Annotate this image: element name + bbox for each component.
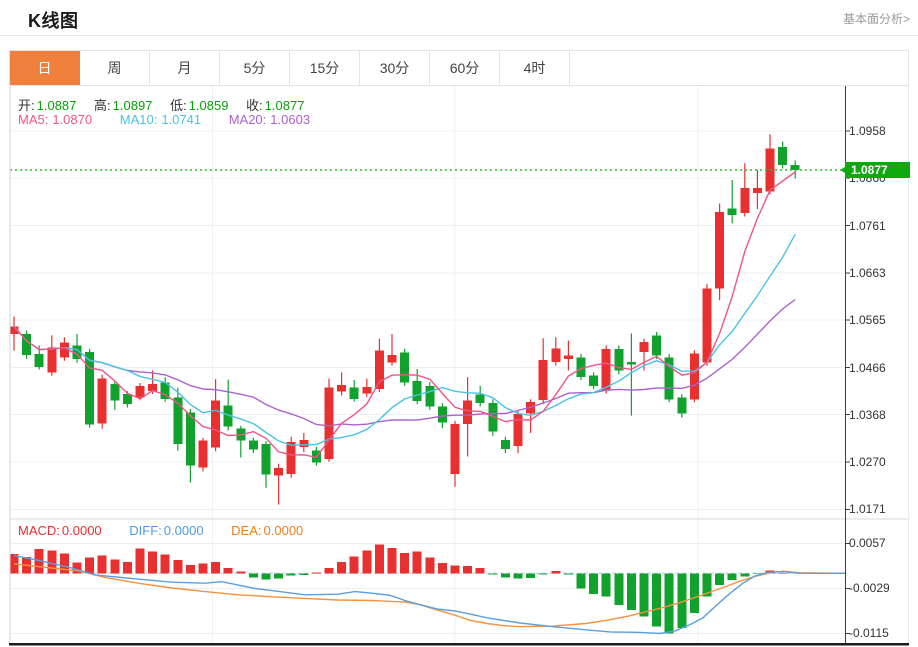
price-axis-label: 1.0565 — [849, 313, 907, 327]
price-axis-label: 1.0958 — [849, 124, 907, 138]
close-value: 1.0877 — [265, 98, 305, 113]
dea-label: DEA: — [231, 523, 261, 538]
macd-value: 0.0000 — [62, 523, 102, 538]
macd-readout: MACD:0.0000 DIFF:0.0000 DEA:0.0000 — [18, 523, 327, 538]
price-axis-label: 1.0466 — [849, 361, 907, 375]
ma20-label: MA20: — [229, 112, 267, 127]
price-axis-label: 1.0368 — [849, 408, 907, 422]
current-price-badge: 1.0877 — [845, 162, 910, 178]
open-label: 开: — [18, 98, 35, 113]
close-label: 收: — [246, 98, 263, 113]
price-axis-label: 1.0270 — [849, 455, 907, 469]
ma5-label: MA5: — [18, 112, 48, 127]
macd-axis-label: 0.0057 — [849, 536, 907, 550]
ma-readout: MA5: 1.0870 MA10:1.0741 MA20:1.0603 — [18, 112, 334, 127]
ma10-label: MA10: — [120, 112, 158, 127]
dea-value: 0.0000 — [264, 523, 304, 538]
high-label: 高: — [94, 98, 111, 113]
diff-label: DIFF: — [129, 523, 162, 538]
high-value: 1.0897 — [113, 98, 153, 113]
ma20-value: 1.0603 — [270, 112, 310, 127]
ma5-value: 1.0870 — [52, 112, 92, 127]
price-axis-label: 1.0761 — [849, 219, 907, 233]
price-axis-label: 1.0171 — [849, 502, 907, 516]
open-value: 1.0887 — [37, 98, 77, 113]
kline-page: K线图 基本面分析> 日 周 月 5分 15分 30分 60分 4时 开:1.0… — [0, 0, 918, 647]
kline-chart-area[interactable]: 开:1.0887 高:1.0897 低:1.0859 收:1.0877 MA5:… — [0, 0, 918, 647]
low-value: 1.0859 — [189, 98, 229, 113]
macd-label: MACD: — [18, 523, 60, 538]
price-axis-label: 1.0663 — [849, 266, 907, 280]
ma10-value: 1.0741 — [161, 112, 201, 127]
low-label: 低: — [170, 98, 187, 113]
macd-axis-label: -0.0115 — [849, 626, 907, 640]
macd-axis-label: -0.0029 — [849, 581, 907, 595]
diff-value: 0.0000 — [164, 523, 204, 538]
